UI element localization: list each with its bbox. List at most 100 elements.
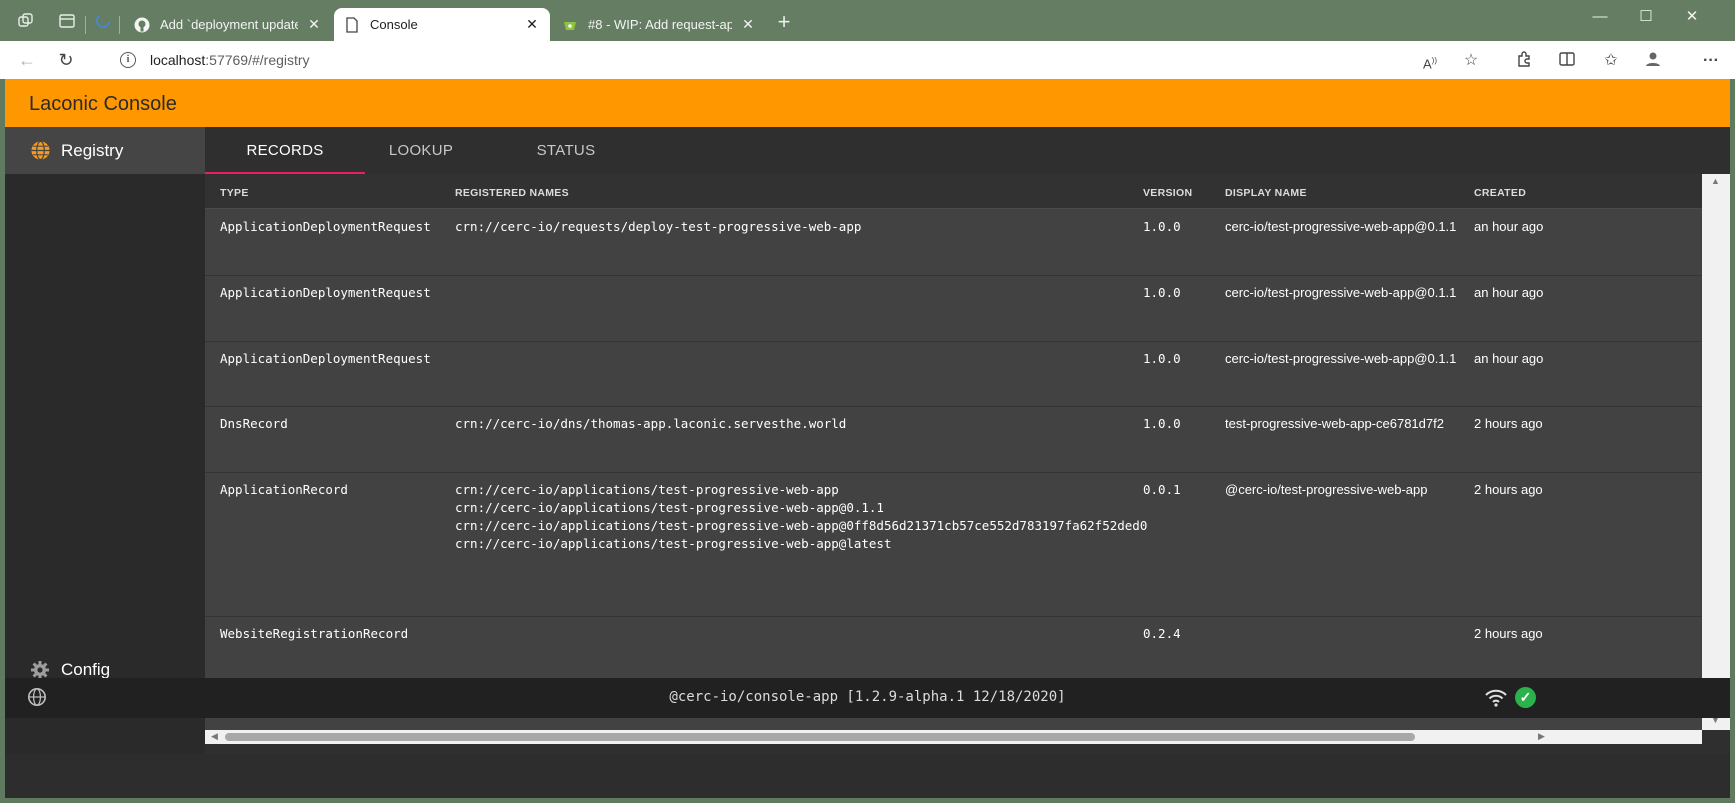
sidebar-item-label: Registry — [61, 140, 124, 160]
registered-name: crn://cerc-io/requests/deploy-test-progr… — [455, 219, 862, 234]
cell-version: 1.0.0 — [1143, 219, 1181, 234]
close-tab-icon[interactable]: ✕ — [306, 16, 322, 33]
browser-tab-gitea[interactable]: #8 - WIP: Add request-app-deplo ✕ — [552, 8, 766, 41]
horizontal-scrollbar[interactable]: ◀ ▶ — [205, 730, 1702, 744]
app-version-text: @cerc-io/console-app [1.2.9-alpha.1 12/1… — [669, 689, 1066, 705]
cell-version: 1.0.0 — [1143, 351, 1181, 366]
registered-name: crn://cerc-io/dns/thomas-app.laconic.ser… — [455, 416, 847, 431]
cell-registered-names: crn://cerc-io/dns/thomas-app.laconic.ser… — [455, 415, 846, 433]
scrollbar-thumb[interactable] — [225, 733, 1415, 741]
workspaces-icon[interactable] — [16, 12, 36, 32]
column-header-registered-names[interactable]: REGISTERED NAMES — [455, 187, 569, 199]
tab-status[interactable]: STATUS — [486, 127, 646, 174]
back-button[interactable]: ← — [16, 49, 38, 71]
cell-type: ApplicationDeploymentRequest — [220, 285, 431, 300]
registered-name: crn://cerc-io/applications/test-progress… — [455, 500, 884, 515]
tab-actions-icon[interactable] — [57, 12, 77, 32]
cell-display-name: test-progressive-web-app-ce6781d7f2 — [1225, 416, 1444, 431]
sidebar-item-label: Config — [61, 659, 111, 679]
tab-label: Add `deployment update` and `u — [160, 17, 298, 32]
scroll-right-icon[interactable]: ▶ — [1538, 731, 1545, 742]
cell-created: an hour ago — [1474, 285, 1544, 300]
reload-button[interactable]: ↻ — [55, 49, 77, 71]
records-table: TYPE REGISTERED NAMES VERSION DISPLAY NA… — [205, 174, 1702, 730]
cell-version: 1.0.0 — [1143, 416, 1181, 431]
close-tab-icon[interactable]: ✕ — [524, 16, 540, 33]
main-panel: RECORDS LOOKUP STATUS TYPE REGISTERED NA… — [205, 127, 1730, 754]
read-aloud-icon[interactable]: A)) — [1419, 50, 1441, 72]
sidebar-item-registry[interactable]: Registry — [5, 127, 205, 174]
cell-created: an hour ago — [1474, 219, 1544, 234]
table-row[interactable]: ApplicationDeploymentRequest crn://cerc-… — [205, 210, 1702, 276]
site-info-icon[interactable]: i — [120, 52, 136, 68]
profile-icon[interactable] — [1642, 50, 1664, 72]
table-row[interactable]: ApplicationRecord crn://cerc-io/applicat… — [205, 473, 1702, 617]
favorite-star-icon[interactable]: ☆ — [1460, 50, 1482, 72]
minimize-button[interactable]: — — [1577, 4, 1623, 30]
cell-created: 2 hours ago — [1474, 626, 1543, 641]
more-menu-icon[interactable]: ··· — [1700, 50, 1722, 72]
browser-tab-console[interactable]: Console ✕ — [334, 8, 550, 41]
browser-tab-github[interactable]: Add `deployment update` and `u ✕ — [124, 8, 332, 41]
wifi-icon — [1485, 688, 1507, 708]
gitea-icon — [562, 17, 578, 33]
app-title: Laconic Console — [29, 93, 177, 115]
cell-registered-names: crn://cerc-io/applications/test-progress… — [455, 481, 1147, 553]
cell-type: ApplicationRecord — [220, 482, 348, 497]
scroll-left-icon[interactable]: ◀ — [211, 731, 218, 742]
favorites-icon[interactable]: ✩ — [1600, 50, 1622, 72]
tab-label: #8 - WIP: Add request-app-deplo — [588, 17, 732, 32]
cell-created: 2 hours ago — [1474, 482, 1543, 497]
url-field[interactable]: i localhost:57769/#/registry — [100, 45, 1500, 75]
cell-type: DnsRecord — [220, 416, 288, 431]
cell-created: an hour ago — [1474, 351, 1544, 366]
new-tab-button[interactable]: + — [774, 11, 794, 33]
connected-check-icon: ✓ — [1515, 687, 1536, 708]
cell-registered-names: crn://cerc-io/requests/deploy-test-progr… — [455, 218, 861, 236]
cell-display-name: @cerc-io/test-progressive-web-app — [1225, 482, 1428, 497]
column-header-display-name[interactable]: DISPLAY NAME — [1225, 187, 1307, 199]
vertical-scrollbar[interactable]: ▲ ▼ — [1702, 174, 1730, 730]
close-window-button[interactable]: ✕ — [1669, 4, 1715, 30]
cell-version: 0.2.4 — [1143, 626, 1181, 641]
tab-label: Console — [370, 17, 418, 32]
cell-created: 2 hours ago — [1474, 416, 1543, 431]
scroll-up-icon[interactable]: ▲ — [1711, 176, 1720, 186]
sidebar: Registry Config — [5, 127, 205, 754]
registered-name: crn://cerc-io/applications/test-progress… — [455, 536, 892, 551]
table-row[interactable]: ApplicationDeploymentRequest 1.0.0 cerc-… — [205, 342, 1702, 407]
url-text[interactable]: localhost:57769/#/registry — [150, 52, 310, 68]
page-icon — [344, 16, 360, 33]
tab-separator — [119, 16, 120, 34]
cell-type: WebsiteRegistrationRecord — [220, 626, 409, 641]
extensions-icon[interactable] — [1513, 50, 1535, 72]
records-tabs: RECORDS LOOKUP STATUS — [205, 127, 1730, 174]
loading-tab-icon[interactable] — [93, 12, 113, 32]
table-row[interactable]: ApplicationDeploymentRequest 1.0.0 cerc-… — [205, 276, 1702, 342]
address-bar: ← ↻ i localhost:57769/#/registry A)) ☆ ✩… — [0, 41, 1735, 79]
column-header-version[interactable]: VERSION — [1143, 187, 1192, 199]
column-header-created[interactable]: CREATED — [1474, 187, 1526, 199]
close-tab-icon[interactable]: ✕ — [740, 16, 756, 33]
console-app: Laconic Console Registry Config RECORDS … — [5, 79, 1730, 798]
app-header: Laconic Console — [5, 79, 1730, 127]
cell-version: 1.0.0 — [1143, 285, 1181, 300]
tab-lookup[interactable]: LOOKUP — [341, 127, 501, 174]
registered-name: crn://cerc-io/applications/test-progress… — [455, 518, 1148, 533]
table-row[interactable]: DnsRecord crn://cerc-io/dns/thomas-app.l… — [205, 407, 1702, 473]
maximize-button[interactable]: ☐ — [1623, 4, 1669, 30]
browser-tab-strip: Add `deployment update` and `u ✕ Console… — [0, 0, 1735, 41]
cell-display-name: cerc-io/test-progressive-web-app@0.1.1 — [1225, 351, 1457, 366]
status-footer: @cerc-io/console-app [1.2.9-alpha.1 12/1… — [5, 678, 1730, 718]
globe-icon — [29, 140, 51, 162]
tab-separator — [85, 16, 86, 34]
registered-name: crn://cerc-io/applications/test-progress… — [455, 482, 839, 497]
column-header-type[interactable]: TYPE — [220, 187, 249, 199]
github-icon — [134, 17, 150, 33]
cell-display-name: cerc-io/test-progressive-web-app@0.1.1 — [1225, 219, 1457, 234]
cell-type: ApplicationDeploymentRequest — [220, 351, 431, 366]
cell-type: ApplicationDeploymentRequest — [220, 219, 431, 234]
table-header: TYPE REGISTERED NAMES VERSION DISPLAY NA… — [205, 174, 1702, 209]
split-screen-icon[interactable] — [1556, 50, 1578, 72]
cell-version: 0.0.1 — [1143, 482, 1181, 497]
